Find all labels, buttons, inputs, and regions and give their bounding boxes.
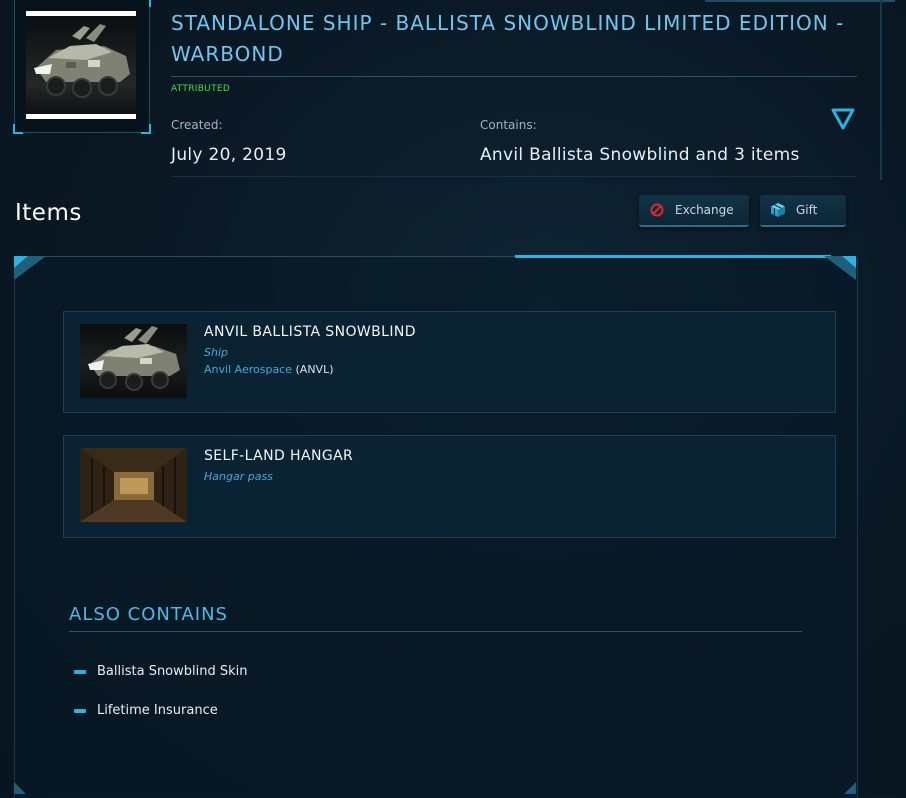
item-manufacturer: Anvil Aerospace (ANVL) <box>204 363 334 376</box>
list-item: Lifetime Insurance <box>74 703 218 718</box>
created-value: July 20, 2019 <box>171 145 287 165</box>
hangar-image <box>80 448 187 522</box>
panel-accent-bar <box>515 255 831 258</box>
created-label: Created: <box>171 118 223 132</box>
item-card[interactable]: ANVIL BALLISTA SNOWBLIND Ship Anvil Aero… <box>63 311 836 413</box>
items-heading: Items <box>15 200 82 226</box>
exchange-label: Exchange <box>675 203 734 217</box>
item-type: Hangar pass <box>204 470 273 483</box>
bullet-icon <box>74 669 86 674</box>
panel-corner-br <box>844 782 856 794</box>
item-type: Ship <box>204 346 228 359</box>
item-title: SELF-LAND HANGAR <box>204 448 354 464</box>
item-image <box>80 324 187 398</box>
chevron-down-icon <box>831 108 855 130</box>
gift-label: Gift <box>796 203 818 217</box>
item-image <box>80 448 187 522</box>
also-contains-heading: ALSO CONTAINS <box>69 604 228 625</box>
contains-label: Contains: <box>480 118 537 132</box>
panel-corner-bl <box>14 782 26 794</box>
pledge-title: STANDALONE SHIP - BALLISTA SNOWBLIND LIM… <box>171 11 845 66</box>
exchange-button[interactable]: Exchange <box>639 195 749 227</box>
list-item-label: Lifetime Insurance <box>97 703 218 718</box>
pledge-image <box>26 11 136 119</box>
gift-button[interactable]: Gift <box>760 195 846 227</box>
frame-right-border <box>880 0 882 180</box>
panel-corner-tr <box>824 256 856 280</box>
pledge-thumbnail[interactable] <box>13 0 151 134</box>
contains-value: Anvil Ballista Snowblind and 3 items <box>480 145 800 165</box>
list-item: Ballista Snowblind Skin <box>74 664 248 679</box>
list-item-label: Ballista Snowblind Skin <box>97 664 248 679</box>
panel-corner-tl <box>14 256 46 280</box>
gift-icon <box>770 202 786 218</box>
item-card[interactable]: SELF-LAND HANGAR Hangar pass <box>63 435 836 538</box>
details-divider <box>171 176 857 177</box>
expand-toggle-button[interactable] <box>830 107 856 131</box>
ship-image <box>34 24 130 98</box>
status-badge: ATTRIBUTED <box>171 84 231 94</box>
manufacturer-code: (ANVL) <box>295 363 334 376</box>
bullet-icon <box>74 708 86 713</box>
title-divider <box>171 76 857 77</box>
also-contains-divider <box>69 631 802 632</box>
item-title: ANVIL BALLISTA SNOWBLIND <box>204 324 416 340</box>
ship-image <box>88 326 180 391</box>
frame-top-border <box>705 0 895 2</box>
exchange-icon <box>649 202 665 218</box>
manufacturer-name: Anvil Aerospace <box>204 363 292 376</box>
